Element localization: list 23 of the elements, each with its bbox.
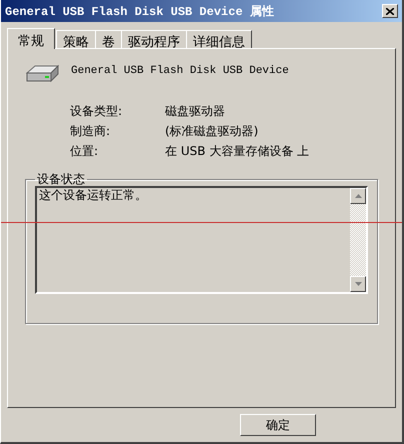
property-label: 制造商: (70, 123, 112, 140)
window-title: General USB Flash Disk USB Device 属性 (5, 4, 274, 20)
tab[interactable]: 常规 (7, 28, 55, 49)
close-button[interactable] (382, 4, 398, 18)
status-text: 这个设备运转正常。 (39, 188, 147, 202)
tab[interactable]: 策略 (56, 30, 96, 48)
property-label: 位置: (70, 143, 100, 160)
device-name: General USB Flash Disk USB Device (71, 65, 289, 77)
tab[interactable]: 卷 (95, 30, 122, 48)
tab[interactable]: 详细信息 (186, 30, 252, 48)
property-value: (标准磁盘驱动器) (165, 123, 260, 140)
close-icon (386, 8, 394, 14)
property-value: 磁盘驱动器 (165, 103, 226, 120)
down-arrow-icon (354, 282, 362, 286)
scrollbar[interactable] (350, 188, 366, 292)
status-text-box[interactable]: 这个设备运转正常。 (35, 186, 368, 294)
drive-icon (25, 63, 59, 83)
property-label: 设备类型: (70, 103, 124, 120)
group-title: 设备状态 (36, 172, 86, 186)
tab[interactable]: 驱动程序 (121, 30, 187, 48)
ok-button[interactable]: 确定 (240, 414, 316, 436)
property-value: 在 USB 大容量存储设备 上 (165, 143, 310, 160)
up-arrow-icon (354, 194, 362, 198)
